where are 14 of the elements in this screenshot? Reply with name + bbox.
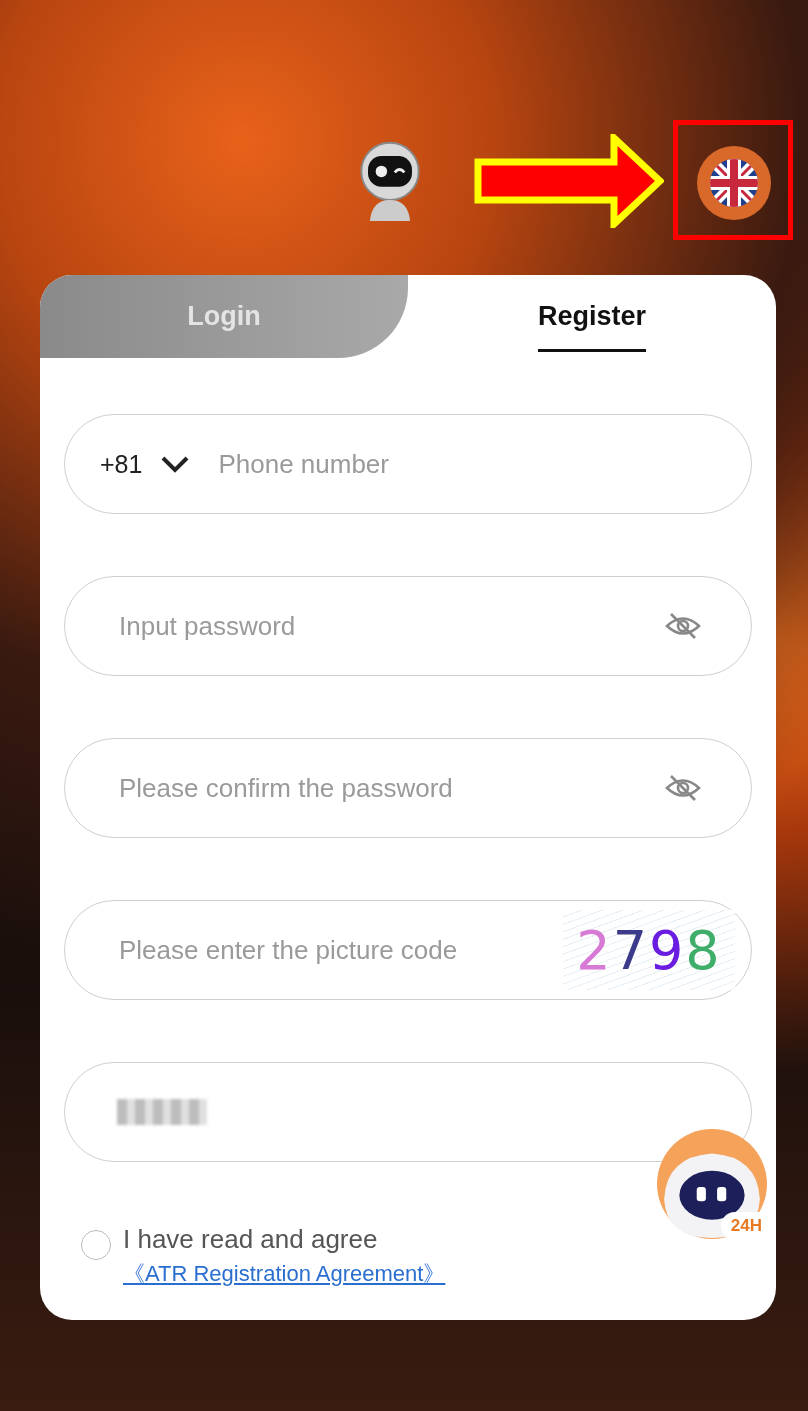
password-input[interactable]: Please confirm the password [117,771,647,805]
chevron-down-icon[interactable] [160,455,191,473]
captcha-input[interactable]: Please enter the picture code [117,933,545,967]
agree-label: I have read and agree [123,1224,379,1255]
agreement-link[interactable]: 《ATR Registration Agreement》 [123,1259,446,1289]
flag-icon [709,158,759,208]
phone-input[interactable]: Phone number [216,447,699,481]
eye-slash-icon[interactable] [665,611,701,641]
eye-slash-icon[interactable] [665,773,701,803]
password-input[interactable]: Input password [117,609,647,643]
robot-icon [656,1128,768,1240]
country-code[interactable]: +81 [100,449,143,479]
captcha-image[interactable]: 2798 [563,910,735,990]
tab[interactable]: Register [408,275,776,358]
